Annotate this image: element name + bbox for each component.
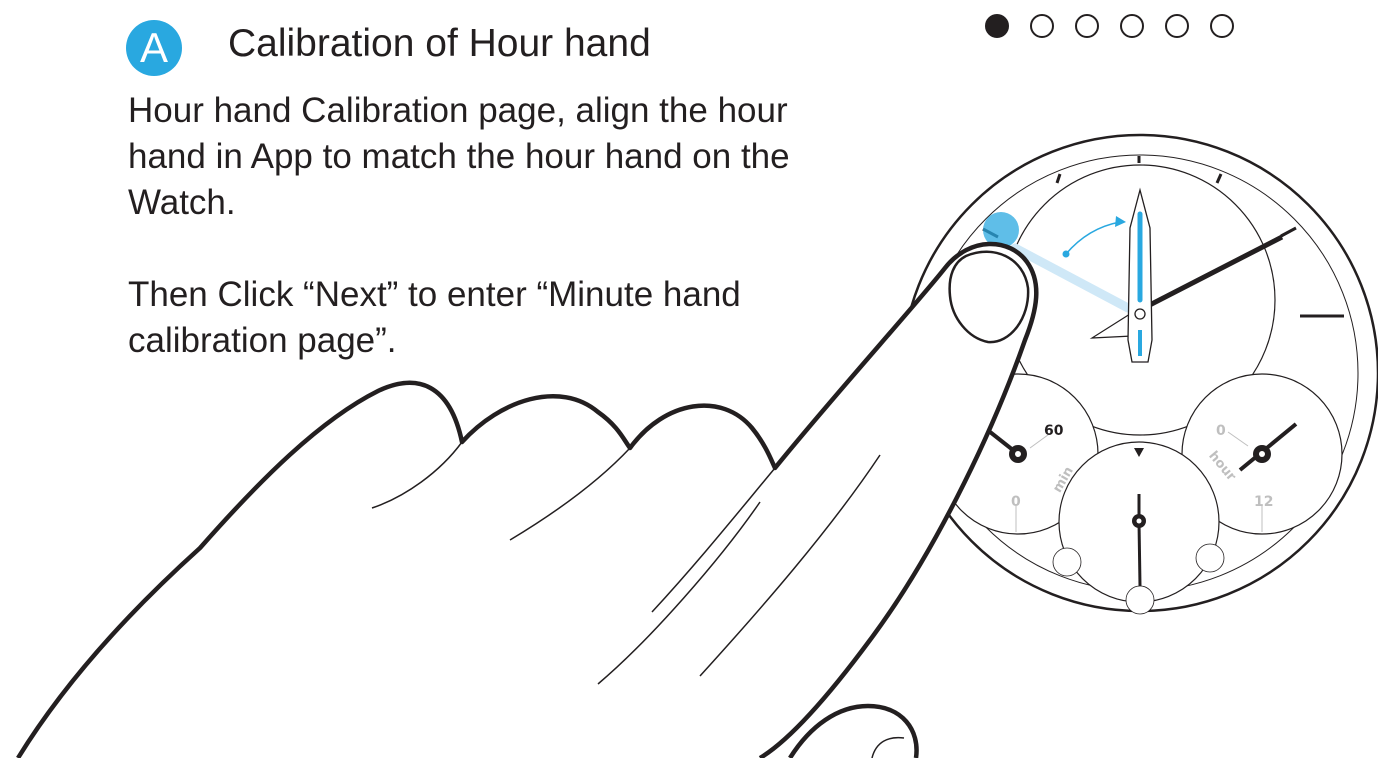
right-subdial-top-value: 0 — [1216, 423, 1226, 439]
pointing-hand-icon — [16, 241, 1039, 758]
left-subdial-bottom-value: 0 — [1011, 494, 1021, 510]
left-subdial-top-value: 60 — [1044, 423, 1064, 439]
illustration: 60 0 min 0 12 hour — [16, 133, 1378, 758]
right-subdial-bottom-value: 12 — [1254, 494, 1273, 510]
